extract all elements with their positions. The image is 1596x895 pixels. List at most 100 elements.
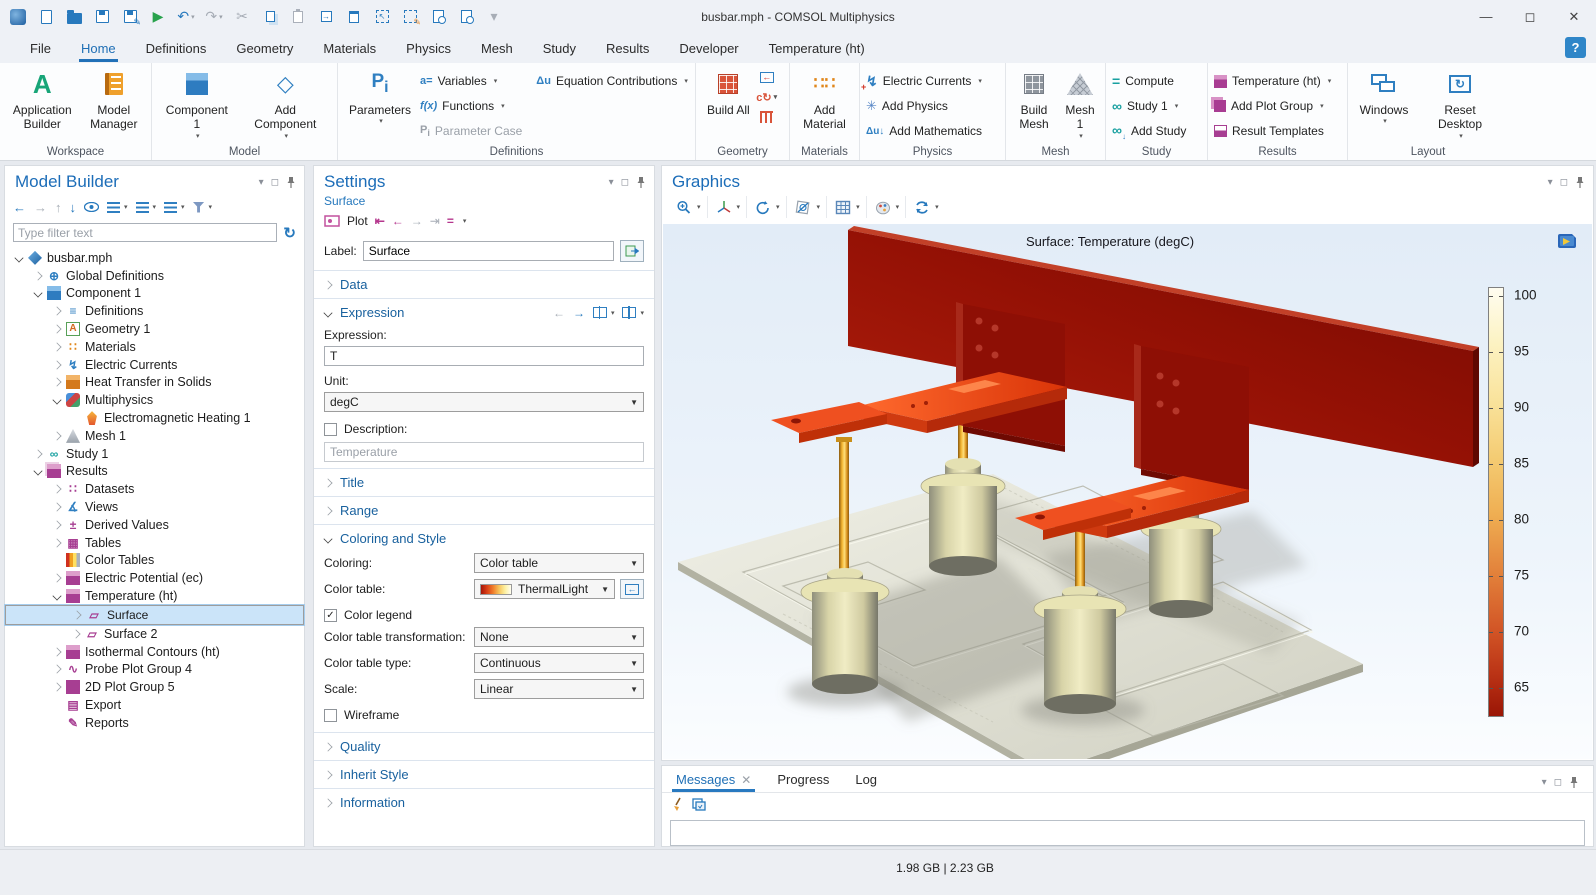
back-icon[interactable]: ← — [13, 200, 26, 215]
tree-item-mesh-1[interactable]: Mesh 1 — [5, 427, 304, 445]
float-panel-icon[interactable]: ◻ — [271, 177, 279, 188]
tab-physics[interactable]: Physics — [404, 37, 453, 60]
tree-item-global-definitions[interactable]: ⊕Global Definitions — [5, 267, 304, 285]
expand-chevron-icon[interactable] — [52, 647, 61, 656]
float-panel-icon[interactable]: ◻ — [1560, 177, 1568, 188]
plot-first-icon[interactable]: ⇤ — [375, 214, 385, 228]
tab-mesh[interactable]: Mesh — [479, 37, 515, 60]
parameter-case-button[interactable]: PiParameter Case — [420, 120, 522, 142]
tree-item-color-tables[interactable]: Color Tables — [5, 552, 304, 570]
expand-chevron-icon[interactable] — [33, 271, 42, 280]
tab-temperature-ht[interactable]: Temperature (ht) — [767, 37, 867, 60]
redo-icon[interactable]: ↷▾ — [202, 5, 226, 29]
insert-expression-icon[interactable]: ▾ — [622, 307, 644, 318]
filter-icon[interactable]: ▾ — [193, 202, 213, 213]
zoom-icon[interactable]: ▾ — [670, 196, 708, 218]
copy-icon[interactable] — [258, 5, 282, 29]
plot-last-icon[interactable]: ⇥ — [430, 214, 440, 228]
delete-icon[interactable] — [342, 5, 366, 29]
tree-item-component-1[interactable]: Component 1 — [5, 285, 304, 303]
color-table-select[interactable]: ThermalLight▼ — [474, 579, 615, 599]
tab-messages[interactable]: Messages✕ — [676, 772, 751, 792]
panel-menu-icon[interactable]: ▾ — [1548, 177, 1553, 188]
show-icon[interactable] — [84, 202, 99, 212]
float-panel-icon[interactable]: ◻ — [1554, 777, 1562, 788]
expand-chevron-icon[interactable] — [52, 683, 61, 692]
graphics-canvas[interactable]: Surface: Temperature (degC) — [663, 224, 1592, 759]
collapse-all-icon[interactable]: ▾ — [136, 202, 157, 213]
plot-in-icon[interactable]: = — [447, 214, 454, 228]
rename-button[interactable] — [620, 240, 644, 262]
tree-item-2d-plot-group-5[interactable]: 2D Plot Group 5 — [5, 678, 304, 696]
model-manager-button[interactable]: Model Manager — [83, 67, 145, 143]
snapshot-icon[interactable]: ▾ — [908, 196, 945, 218]
open-file-icon[interactable] — [62, 5, 86, 29]
expression-input[interactable]: T — [324, 346, 644, 366]
pin-icon[interactable] — [1575, 176, 1585, 188]
tree-item-surface-2[interactable]: ▱Surface 2 — [5, 625, 304, 643]
compute-button[interactable]: =Compute — [1112, 70, 1186, 92]
model-tree-node-text-icon[interactable]: ▾ — [164, 202, 185, 213]
tab-definitions[interactable]: Definitions — [144, 37, 209, 60]
tree-item-probe-plot-group-4[interactable]: ∿Probe Plot Group 4 — [5, 661, 304, 679]
add-material-button[interactable]: ∷∷ Add Material — [796, 67, 854, 143]
pin-icon[interactable] — [1569, 776, 1579, 788]
pin-icon[interactable] — [636, 176, 646, 188]
tree-item-surface[interactable]: ▱Surface — [5, 605, 304, 625]
panel-menu-icon[interactable]: ▾ — [259, 177, 264, 188]
messages-output[interactable] — [670, 820, 1585, 846]
insert-sequence-icon[interactable]: ← — [759, 70, 775, 84]
unit-select[interactable]: degC▼ — [324, 392, 644, 412]
tab-progress[interactable]: Progress — [777, 772, 829, 792]
application-builder-button[interactable]: A Application Builder — [6, 67, 79, 143]
add-component-button[interactable]: ◇ Add Component▾ — [240, 67, 331, 143]
add-study-button[interactable]: ∞↓Add Study — [1112, 120, 1186, 142]
mesh-1-button[interactable]: Mesh 1▾ — [1060, 67, 1100, 143]
plot-button[interactable]: Plot — [347, 214, 368, 228]
section-coloring-and-style[interactable]: Coloring and Style — [314, 525, 654, 552]
reset-desktop-button[interactable]: ↻ Reset Desktop▾ — [1418, 67, 1502, 143]
deselect-box-icon[interactable]: ✎ — [398, 5, 422, 29]
tree-item-temperature-ht[interactable]: Temperature (ht) — [5, 587, 304, 605]
tree-item-multiphysics[interactable]: Multiphysics — [5, 391, 304, 409]
section-title[interactable]: Title — [314, 469, 654, 496]
replace-expression-icon[interactable]: ▾ — [593, 307, 615, 318]
grid-icon[interactable]: ▾ — [829, 196, 867, 218]
refresh-icon[interactable]: ↻ — [283, 224, 296, 242]
save-as-icon[interactable]: ✎ — [118, 5, 142, 29]
plot-next-icon[interactable]: → — [411, 214, 423, 228]
expand-chevron-icon[interactable] — [33, 467, 42, 476]
copy-messages-icon[interactable] — [692, 798, 706, 814]
section-expression[interactable]: Expression ← → ▾ ▾ — [314, 299, 654, 326]
plot-previous-icon[interactable]: ← — [392, 214, 404, 228]
tree-item-electromagnetic-heating-1[interactable]: Electromagnetic Heating 1 — [5, 409, 304, 427]
tree-item-busbar-mph[interactable]: busbar.mph — [5, 249, 304, 267]
help-button[interactable]: ? — [1565, 37, 1586, 58]
tree-item-heat-transfer-in-solids[interactable]: Heat Transfer in Solids — [5, 374, 304, 392]
tab-home[interactable]: Home — [79, 37, 118, 60]
color-table-type-select[interactable]: Continuous▼ — [474, 653, 644, 673]
tree-item-electric-currents[interactable]: ↯Electric Currents — [5, 356, 304, 374]
tree-item-views[interactable]: ∡Views — [5, 498, 304, 516]
tree-item-electric-potential-ec[interactable]: Electric Potential (ec) — [5, 569, 304, 587]
expand-chevron-icon[interactable] — [52, 342, 61, 351]
section-inherit-style[interactable]: Inherit Style — [314, 761, 654, 788]
equation-contributions-button[interactable]: ΔuEquation Contributions▾ — [536, 70, 688, 92]
plot-snapshot-icon[interactable] — [1556, 232, 1578, 253]
color-theme-icon[interactable]: ▾ — [869, 196, 907, 218]
expr-prev-icon[interactable]: ← — [553, 306, 565, 320]
expr-next-icon[interactable]: → — [573, 306, 585, 320]
tab-file[interactable]: File — [28, 37, 53, 60]
save-icon[interactable] — [90, 5, 114, 29]
temperature-ht-plot-button[interactable]: Temperature (ht)▾ — [1214, 70, 1331, 92]
move-up-icon[interactable]: ↑ — [55, 200, 62, 215]
tree-item-export[interactable]: ▤Export — [5, 696, 304, 714]
toolbar-overflow-icon[interactable]: ▾ — [482, 5, 506, 29]
result-templates-button[interactable]: Result Templates — [1214, 120, 1331, 142]
find-and-replace-icon[interactable] — [454, 5, 478, 29]
expand-chevron-icon[interactable] — [71, 629, 80, 638]
expand-chevron-icon[interactable] — [33, 289, 42, 298]
scene-light-icon[interactable]: ▾ — [789, 196, 828, 218]
panel-menu-icon[interactable]: ▾ — [1542, 777, 1547, 788]
expand-chevron-icon[interactable] — [52, 538, 61, 547]
